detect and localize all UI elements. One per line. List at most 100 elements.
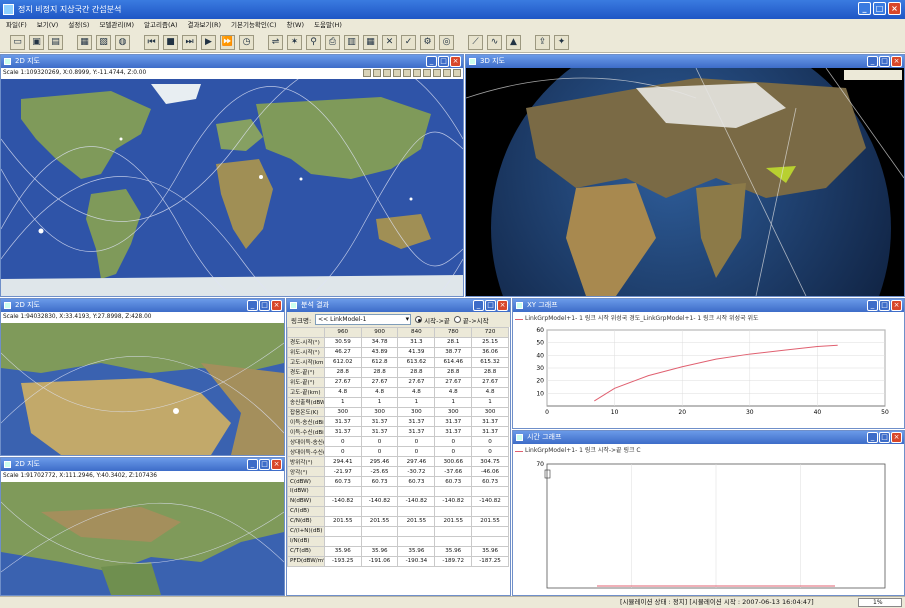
- gear-icon[interactable]: ⚙: [420, 34, 435, 50]
- fit-icon[interactable]: [393, 69, 401, 77]
- time-chart-area: LinkGrpModel+1- 1 링크 시작->끝 링크 C 70: [513, 444, 904, 595]
- globe-view[interactable]: [466, 68, 904, 296]
- zoom-out-icon[interactable]: [373, 69, 381, 77]
- pane-maximize-button[interactable]: □: [259, 300, 270, 311]
- pane-close-button[interactable]: ×: [450, 56, 461, 67]
- world-map[interactable]: [1, 79, 463, 296]
- skip-back-icon[interactable]: ⏮: [144, 34, 159, 50]
- pane-minimize-button[interactable]: _: [867, 432, 878, 443]
- pane-minimize-button[interactable]: _: [867, 300, 878, 311]
- menu-basic-check[interactable]: 기본기능확인(C): [231, 19, 277, 32]
- pane-minimize-button[interactable]: _: [426, 56, 437, 67]
- pane-maximize-button[interactable]: □: [438, 56, 449, 67]
- chart-icon[interactable]: ▥: [344, 34, 359, 50]
- tools-icon[interactable]: ✕: [382, 34, 397, 50]
- time-chart[interactable]: 70: [513, 458, 904, 595]
- check-icon[interactable]: ✓: [401, 34, 416, 50]
- menu-file[interactable]: 파일(F): [6, 19, 27, 32]
- radio-dot[interactable]: [453, 316, 461, 323]
- result-table-container[interactable]: 960 900 840 780 720 경도-시작(°) 30.59 34.78 31…: [287, 327, 510, 595]
- pane-close-button[interactable]: ×: [271, 459, 282, 470]
- globe-icon[interactable]: ◍: [115, 34, 130, 50]
- pane-icon: [469, 58, 476, 65]
- saveas-icon[interactable]: ▤: [48, 34, 63, 50]
- area-graph-icon[interactable]: ▲: [506, 34, 521, 50]
- table-cell: -46.06: [471, 466, 509, 478]
- pane-close-button[interactable]: ×: [497, 300, 508, 311]
- open-icon[interactable]: ▭: [10, 34, 25, 50]
- xy-chart[interactable]: 10 20 30 40 50 60 0 10 20 30 40 50: [513, 326, 904, 428]
- row-header: C/(I+N)(dB): [287, 525, 325, 537]
- measure-icon[interactable]: [423, 69, 431, 77]
- save-icon[interactable]: ▣: [29, 34, 44, 50]
- zoom-in-icon[interactable]: [363, 69, 371, 77]
- minimize-button[interactable]: _: [858, 2, 871, 15]
- direction-radio-reverse[interactable]: 끝->시작: [453, 315, 489, 325]
- fast-forward-icon[interactable]: ⏩: [220, 34, 235, 50]
- app-titlebar: 정지 비정지 지상국간 간섭분석 _ □ ×: [0, 0, 905, 19]
- table-cell: -37.66: [434, 466, 473, 478]
- print-map-icon[interactable]: [453, 69, 461, 77]
- pane-close-button[interactable]: ×: [891, 56, 902, 67]
- target-icon[interactable]: ◎: [439, 34, 454, 50]
- table-cell: 201.55: [360, 515, 399, 527]
- table-cell: 35.96: [434, 545, 473, 557]
- pane-maximize-button[interactable]: □: [879, 300, 890, 311]
- step-icon[interactable]: ⏭: [182, 34, 197, 50]
- link-select[interactable]: << LinkModel-1: [315, 314, 412, 325]
- stop-icon[interactable]: ■: [163, 34, 178, 50]
- map-icon[interactable]: ▧: [96, 34, 111, 50]
- pan-icon[interactable]: [383, 69, 391, 77]
- row-header: 고도-시작(km): [287, 356, 325, 368]
- table-icon[interactable]: ▦: [363, 34, 378, 50]
- antenna-icon[interactable]: ⚲: [306, 34, 321, 50]
- region-map-africa[interactable]: [1, 323, 284, 455]
- pane-maximize-button[interactable]: □: [879, 432, 890, 443]
- legend-label: LinkGrpModel+1- 1 링크 시작 위성국 경도_LinkGrpMo…: [525, 315, 759, 322]
- line-graph-icon[interactable]: ∿: [487, 34, 502, 50]
- menu-help[interactable]: 도움말(H): [314, 19, 342, 32]
- region-map-asia[interactable]: [1, 482, 284, 595]
- maximize-button[interactable]: □: [873, 2, 886, 15]
- map-2d-middle-pane: 2D 지도 _ □ × Scale 1:94032830, X:33.4193, Y…: [0, 298, 285, 456]
- xy-graph-icon[interactable]: ⟋: [468, 34, 483, 50]
- pane-close-button[interactable]: ×: [271, 300, 282, 311]
- menu-view[interactable]: 보기(V): [37, 19, 58, 32]
- table-cell: [471, 535, 509, 547]
- pane-minimize-button[interactable]: _: [247, 459, 258, 470]
- printer-icon[interactable]: ⎙: [325, 34, 340, 50]
- save-map-icon[interactable]: [443, 69, 451, 77]
- pane-minimize-button[interactable]: _: [247, 300, 258, 311]
- menu-settings[interactable]: 설정(S): [68, 19, 89, 32]
- grid-toggle-icon[interactable]: [433, 69, 441, 77]
- grid-icon[interactable]: ▦: [77, 34, 92, 50]
- satellite-icon[interactable]: ✶: [287, 34, 302, 50]
- pane-close-button[interactable]: ×: [891, 300, 902, 311]
- table-cell: 300: [397, 406, 436, 418]
- link-icon[interactable]: ⇌: [268, 34, 283, 50]
- pane-maximize-button[interactable]: □: [485, 300, 496, 311]
- direction-radio-forward[interactable]: 시작->끝: [415, 315, 450, 325]
- menu-algorithm[interactable]: 알고리즘(A): [144, 19, 177, 32]
- lamp-icon[interactable]: ✦: [554, 34, 569, 50]
- pane-maximize-button[interactable]: □: [259, 459, 270, 470]
- table-cell: 614.46: [434, 356, 473, 368]
- y-tick-label: 20: [536, 378, 544, 385]
- table-cell: 1: [360, 396, 399, 408]
- pane-close-button[interactable]: ×: [891, 432, 902, 443]
- pane-title: 2D 지도: [15, 57, 40, 65]
- menu-results[interactable]: 결과보기(R): [188, 19, 222, 32]
- layer-icon[interactable]: [403, 69, 411, 77]
- clock-icon[interactable]: ◷: [239, 34, 254, 50]
- table-cell: -30.72: [397, 466, 436, 478]
- pane-minimize-button[interactable]: _: [867, 56, 878, 67]
- play-icon[interactable]: ▶: [201, 34, 216, 50]
- pane-minimize-button[interactable]: _: [473, 300, 484, 311]
- menu-window[interactable]: 창(W): [287, 19, 304, 32]
- radio-dot[interactable]: [415, 316, 423, 323]
- menu-model[interactable]: 모델관리(M): [99, 19, 134, 32]
- select-icon[interactable]: [413, 69, 421, 77]
- pane-maximize-button[interactable]: □: [879, 56, 890, 67]
- export-icon[interactable]: ⇪: [535, 34, 550, 50]
- close-button[interactable]: ×: [888, 2, 901, 15]
